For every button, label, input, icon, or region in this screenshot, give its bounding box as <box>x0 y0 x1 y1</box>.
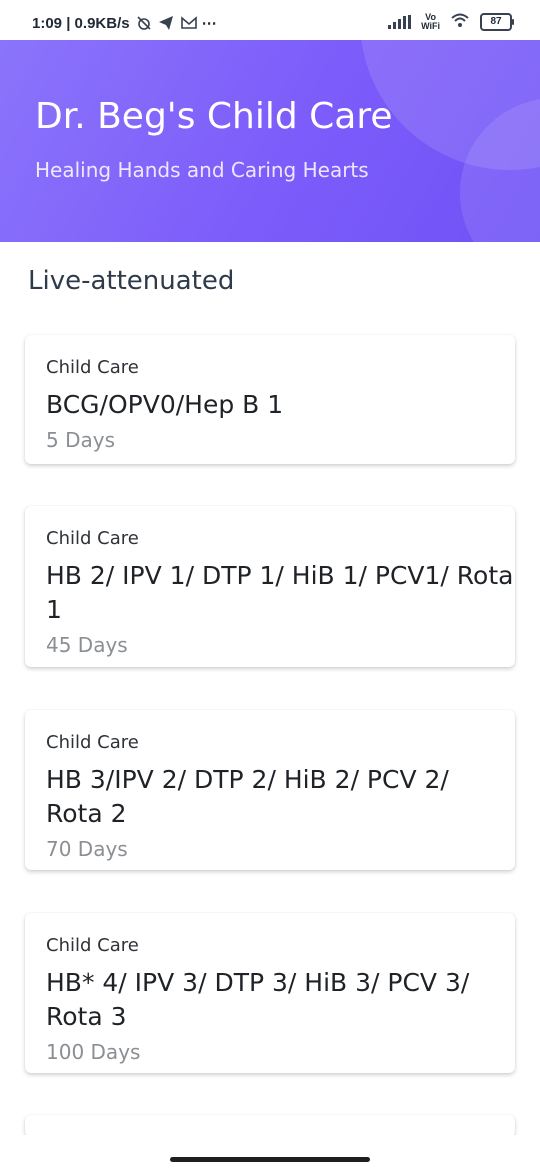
vaccine-name-line: BCG/OPV0/Hep B 1 <box>46 390 284 419</box>
app-subtitle: Healing Hands and Caring Hearts <box>35 158 369 182</box>
vaccine-card[interactable]: Child Care HB 3/IPV 2/ DTP 2/ HiB 2/ PCV… <box>25 710 515 870</box>
home-gesture-bar[interactable] <box>170 1157 370 1162</box>
card-category: Child Care <box>46 732 139 753</box>
vaccine-card[interactable]: Child Care HB 2/ IPV 1/ DTP 1/ HiB 1/ PC… <box>25 506 515 667</box>
wifi-icon <box>450 12 470 32</box>
card-category: Child Care <box>46 528 139 549</box>
vaccine-name: HB 3/IPV 2/ DTP 2/ HiB 2/ PCV 2/ Rota 2 <box>46 763 515 831</box>
card-category: Child Care <box>46 935 139 956</box>
vaccine-name: HB 2/ IPV 1/ DTP 1/ HiB 1/ PCV1/ Rota 1 <box>46 559 515 627</box>
vowifi-icon: Vo WiFi <box>421 13 440 31</box>
vaccine-days: 70 Days <box>46 837 128 861</box>
alarm-off-icon <box>136 15 152 31</box>
battery-icon: 87 <box>480 13 514 31</box>
status-time-speed: 1:09 | 0.9KB/s <box>32 14 130 32</box>
vaccine-days: 100 Days <box>46 1040 141 1064</box>
vaccine-days: 5 Days <box>46 428 115 452</box>
section-title: Live-attenuated <box>28 266 235 296</box>
status-left: 1:09 | 0.9KB/s ⋯ <box>32 14 217 33</box>
status-bar: 1:09 | 0.9KB/s ⋯ Vo WiFi 87 <box>0 0 540 40</box>
vaccine-name-line: 1 <box>46 595 62 624</box>
vaccine-name-line: HB 3/IPV 2/ DTP 2/ HiB 2/ PCV 2/ <box>46 765 449 794</box>
signal-icon <box>388 15 412 29</box>
bottom-area <box>0 1135 540 1170</box>
vaccine-name: HB* 4/ IPV 3/ DTP 3/ HiB 3/ PCV 3/ Rota … <box>46 966 515 1034</box>
vaccine-card[interactable]: Child Care BCG/OPV0/Hep B 1 5 Days <box>25 335 515 464</box>
status-right: Vo WiFi 87 <box>388 12 514 32</box>
app-header: Dr. Beg's Child Care Healing Hands and C… <box>0 40 540 242</box>
telegram-icon <box>158 15 174 31</box>
vaccine-name-line: HB* 4/ IPV 3/ DTP 3/ HiB 3/ PCV 3/ <box>46 968 470 997</box>
vaccine-card-partial[interactable] <box>25 1115 515 1137</box>
card-category: Child Care <box>46 357 139 378</box>
vowifi-label-bottom: WiFi <box>421 21 440 31</box>
vaccine-card[interactable]: Child Care HB* 4/ IPV 3/ DTP 3/ HiB 3/ P… <box>25 913 515 1073</box>
vaccine-name-line: HB 2/ IPV 1/ DTP 1/ HiB 1/ PCV1/ Rota <box>46 561 514 590</box>
vaccine-name-line: Rota 3 <box>46 1002 127 1031</box>
more-notifications-icon: ⋯ <box>201 15 217 32</box>
vaccine-days: 45 Days <box>46 633 128 657</box>
vaccine-name-line: Rota 2 <box>46 799 127 828</box>
battery-level: 87 <box>490 16 502 27</box>
gmail-icon <box>180 15 197 31</box>
app-title: Dr. Beg's Child Care <box>35 96 393 137</box>
vaccine-name: BCG/OPV0/Hep B 1 <box>46 388 515 422</box>
